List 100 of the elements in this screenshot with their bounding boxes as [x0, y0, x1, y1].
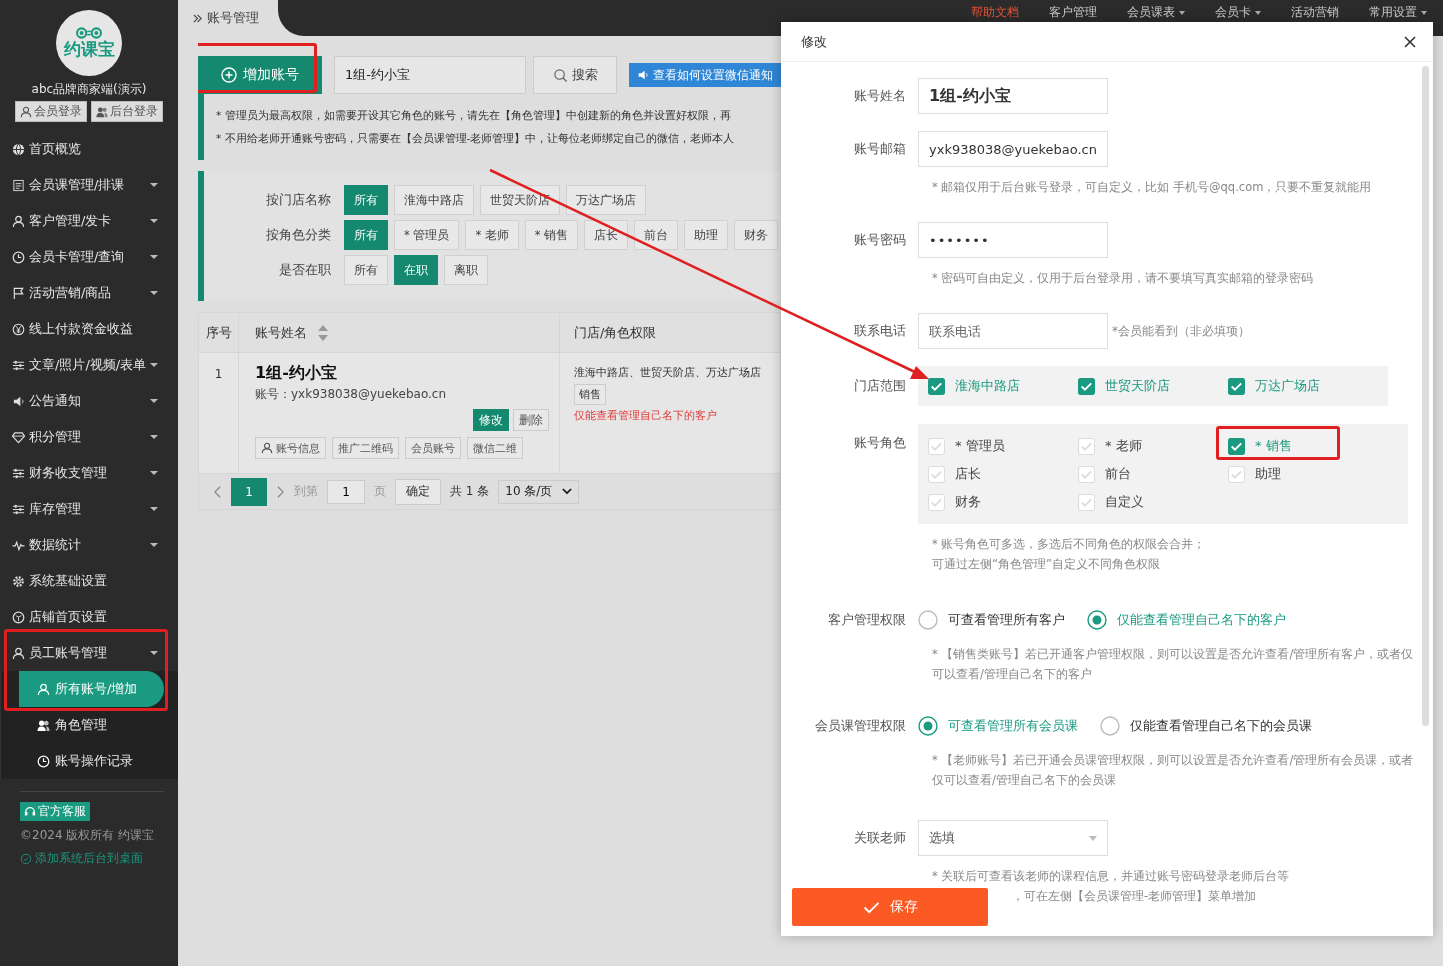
- sidebar-item[interactable]: 会员卡管理/查询: [0, 239, 178, 275]
- field-label: 客户管理权限: [827, 611, 906, 629]
- row-link-button[interactable]: 会员账号: [405, 437, 461, 459]
- caret-icon: [1089, 835, 1097, 841]
- add-to-desktop-link[interactable]: 添加系统后台到桌面: [20, 850, 143, 867]
- sidebar-item[interactable]: 财务收支管理: [0, 455, 178, 491]
- top-nav-item[interactable]: 会员卡: [1215, 4, 1261, 21]
- page-size-select[interactable]: 10 条/页: [498, 479, 580, 504]
- sidebar-item[interactable]: 员工账号管理: [0, 635, 178, 671]
- top-nav-item[interactable]: 客户管理: [1049, 4, 1097, 21]
- name-field[interactable]: 1组-约小宝: [918, 78, 1108, 114]
- column-header: 序号: [199, 313, 239, 352]
- page-input[interactable]: 1: [327, 479, 365, 504]
- filter-option[interactable]: 前台: [634, 220, 679, 250]
- sidebar-item[interactable]: 积分管理: [0, 419, 178, 455]
- diamond-icon: [12, 430, 25, 444]
- role-checkbox[interactable]: 前台: [1078, 465, 1131, 483]
- submenu-item[interactable]: 账号操作记录: [19, 743, 164, 779]
- sidebar-item[interactable]: 数据统计: [0, 527, 178, 563]
- field-label: 账号密码: [853, 231, 906, 249]
- search-field[interactable]: 1组-约小宝: [334, 56, 526, 94]
- role-checkbox[interactable]: 店长: [928, 465, 981, 483]
- radio-option[interactable]: 可查看管理所有会员课: [918, 716, 1078, 736]
- role-checkbox[interactable]: 助理: [1228, 465, 1281, 483]
- previous-page-icon[interactable]: [213, 484, 222, 499]
- top-nav-item[interactable]: 会员课表: [1127, 4, 1185, 21]
- caret-icon: [150, 291, 158, 295]
- scrollbar[interactable]: [1422, 66, 1429, 726]
- sort-icon[interactable]: [317, 323, 329, 342]
- top-nav-item[interactable]: 活动营销: [1291, 4, 1339, 21]
- caret-icon: [150, 399, 158, 403]
- close-icon[interactable]: [1403, 34, 1417, 49]
- filter-option[interactable]: 所有: [344, 185, 388, 215]
- caret-icon: [150, 255, 158, 259]
- filter-option[interactable]: 助理: [684, 220, 729, 250]
- sidebar-item[interactable]: 店铺首页设置: [0, 599, 178, 635]
- filter-option[interactable]: 店长: [584, 220, 629, 250]
- sidebar-item[interactable]: 库存管理: [0, 491, 178, 527]
- filter-option[interactable]: 在职: [394, 255, 438, 285]
- radio-option[interactable]: 可查看管理所有客户: [918, 610, 1065, 630]
- account-email: 账号：yxk938038@yuekebao.cn: [255, 386, 448, 403]
- page-button[interactable]: 1: [231, 477, 267, 506]
- search-button[interactable]: 搜索: [533, 56, 617, 94]
- sidebar-item[interactable]: 线上付款资金收益: [0, 311, 178, 347]
- filter-option[interactable]: * 管理员: [394, 220, 460, 250]
- submenu-item[interactable]: 角色管理: [19, 707, 164, 743]
- store-list: 淮海中路店、世贸天阶店、万达广场店: [574, 365, 776, 380]
- row-action-button[interactable]: 删除: [513, 409, 549, 431]
- filter-option[interactable]: 离职: [444, 255, 488, 285]
- pulse-icon: [12, 538, 25, 552]
- filter-option[interactable]: 淮海中路店: [394, 185, 474, 215]
- sidebar-item[interactable]: 客户管理/发卡: [0, 203, 178, 239]
- login-button[interactable]: 会员登录: [15, 101, 87, 122]
- teacher-select[interactable]: 选填: [918, 820, 1108, 856]
- sidebar-item[interactable]: 首页概览: [0, 131, 178, 167]
- chevron-down-icon: [562, 488, 573, 495]
- filter-option[interactable]: 财务: [734, 220, 779, 250]
- copyright-text: ©2024 版权所有 约课宝: [20, 827, 155, 844]
- field-label: 关联老师: [853, 829, 906, 847]
- top-nav-item[interactable]: 常用设置: [1369, 4, 1427, 21]
- row-link-button[interactable]: 微信二维: [467, 437, 523, 459]
- filter-label: 按角色分类: [265, 226, 331, 244]
- person-icon: [20, 105, 32, 118]
- support-badge[interactable]: 官方客服: [20, 802, 90, 821]
- sidebar-item[interactable]: 会员课管理/排课: [0, 167, 178, 203]
- row-link-button[interactable]: 账号信息: [255, 437, 326, 459]
- radio-option[interactable]: 仅能查看管理自己名下的客户: [1087, 610, 1286, 630]
- sidebar-item[interactable]: 活动营销/商品: [0, 275, 178, 311]
- submenu-item[interactable]: 所有账号/增加: [19, 671, 164, 707]
- password-field[interactable]: •••••••: [918, 222, 1108, 258]
- sidebar-item[interactable]: 系统基础设置: [0, 563, 178, 599]
- role-checkbox[interactable]: 财务: [928, 493, 981, 511]
- sidebar-item[interactable]: 文章/照片/视频/表单: [0, 347, 178, 383]
- login-button[interactable]: 后台登录: [91, 101, 163, 122]
- sidebar-item[interactable]: 公告通知: [0, 383, 178, 419]
- hint-text: ，可在左侧【会员课管理-老师管理】菜单增加: [1011, 888, 1258, 905]
- filter-option[interactable]: 万达广场店: [566, 185, 646, 215]
- row-action-button[interactable]: 修改: [473, 409, 509, 431]
- email-field[interactable]: yxk938038@yuekebao.cn: [918, 131, 1108, 167]
- field-label: 账号姓名: [853, 87, 906, 105]
- next-page-icon[interactable]: [276, 484, 285, 499]
- role-checkbox[interactable]: * 管理员: [928, 437, 1005, 455]
- filter-option[interactable]: 所有: [344, 220, 388, 250]
- field-label: 门店范围: [853, 377, 906, 395]
- role-checkbox[interactable]: * 老师: [1078, 437, 1142, 455]
- filter-option[interactable]: * 老师: [465, 220, 519, 250]
- plus-circle-icon: [221, 67, 237, 83]
- top-nav-item[interactable]: 帮助文档: [971, 4, 1019, 21]
- help-button[interactable]: 查看如何设置微信通知: [629, 63, 781, 87]
- role-checkbox[interactable]: 自定义: [1078, 493, 1144, 511]
- radio-option[interactable]: 仅能查看管理自己名下的会员课: [1100, 716, 1312, 736]
- hint-text: 可通过左侧“角色管理”自定义不同角色权限: [932, 556, 1161, 573]
- filter-option[interactable]: 所有: [344, 255, 388, 285]
- row-link-button[interactable]: 推广二维码: [332, 437, 399, 459]
- people-icon: [37, 718, 50, 732]
- confirm-button[interactable]: 确定: [395, 478, 441, 505]
- caret-icon: [150, 651, 158, 655]
- filter-option[interactable]: * 销售: [524, 220, 579, 250]
- phone-field[interactable]: 联系电话: [918, 313, 1108, 349]
- filter-label: 是否在职: [278, 261, 331, 279]
